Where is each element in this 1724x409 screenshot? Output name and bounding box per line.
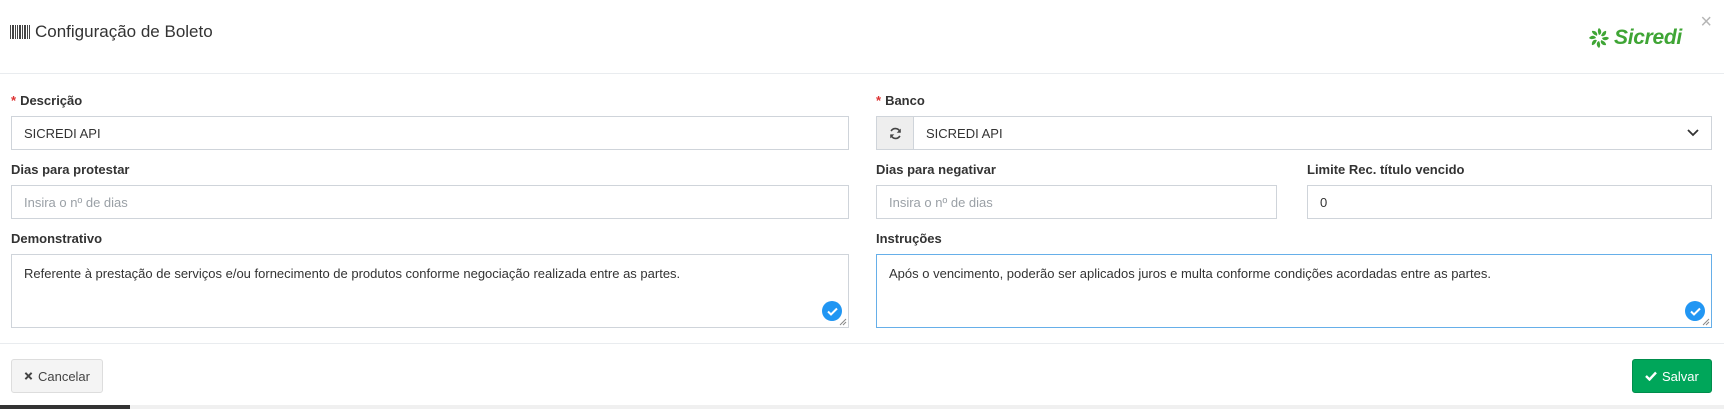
banco-select[interactable]: SICREDI API [913,116,1712,150]
dias-negativar-input[interactable]: Insira o nº de dias [876,185,1277,219]
descricao-label-text: Descrição [20,93,83,108]
banco-label: * Banco [876,93,925,108]
dias-protestar-placeholder: Insira o nº de dias [24,194,128,210]
save-button-label: Salvar [1662,368,1699,384]
resize-handle-icon[interactable] [839,318,847,326]
page-bottom-strip [0,405,1724,409]
required-marker: * [876,93,882,108]
dias-negativar-label: Dias para negativar [876,162,996,177]
check-icon [1645,371,1657,381]
chevron-down-icon [1687,129,1699,137]
refresh-icon [889,127,901,139]
modal-title-text: Configuração de Boleto [35,22,213,41]
dias-protestar-label: Dias para protestar [11,162,130,177]
modal-footer-divider [0,343,1724,344]
save-button[interactable]: Salvar [1632,359,1712,393]
banco-label-text: Banco [885,93,925,108]
cancel-button-label: Cancelar [37,368,90,384]
descricao-input[interactable]: SICREDI API [11,116,849,150]
descricao-label: * Descrição [11,93,82,108]
boleto-config-modal: Configuração de Boleto Sicredi × *Descr [0,0,1724,405]
sicredi-logo-text: Sicredi [1614,26,1682,49]
times-icon [24,372,33,380]
required-marker: * [11,93,17,108]
limite-label: Limite Rec. título vencido [1307,162,1465,177]
instrucoes-label: Instruções [876,231,942,246]
modal-title: Configuração de Boleto [10,22,213,42]
dias-negativar-placeholder: Insira o nº de dias [889,194,993,210]
sicredi-logo: Sicredi [1588,26,1682,50]
page-bottom-strip-dark [0,405,130,409]
cancel-button[interactable]: Cancelar [11,359,103,393]
demonstrativo-label: Demonstrativo [11,231,103,246]
sicredi-logo-icon [1589,28,1609,48]
banco-value: SICREDI API [926,125,1003,141]
limite-value: 0 [1320,194,1328,210]
modal-header: Configuração de Boleto Sicredi × [0,0,1724,74]
barcode-icon [10,25,31,39]
demonstrativo-textarea[interactable]: Referente à prestação de serviços e/ou f… [11,254,849,328]
resize-handle-icon[interactable] [1702,318,1710,326]
dias-protestar-input[interactable]: Insira o nº de dias [11,185,849,219]
descricao-value: SICREDI API [24,125,101,141]
refresh-banco-button[interactable] [876,116,914,150]
demonstrativo-value: Referente à prestação de serviços e/ou f… [24,266,681,281]
close-button[interactable]: × [1700,12,1712,32]
instrucoes-textarea[interactable]: Após o vencimento, poderão ser aplicados… [876,254,1712,328]
instrucoes-value: Após o vencimento, poderão ser aplicados… [889,266,1491,281]
limite-input[interactable]: 0 [1307,185,1712,219]
